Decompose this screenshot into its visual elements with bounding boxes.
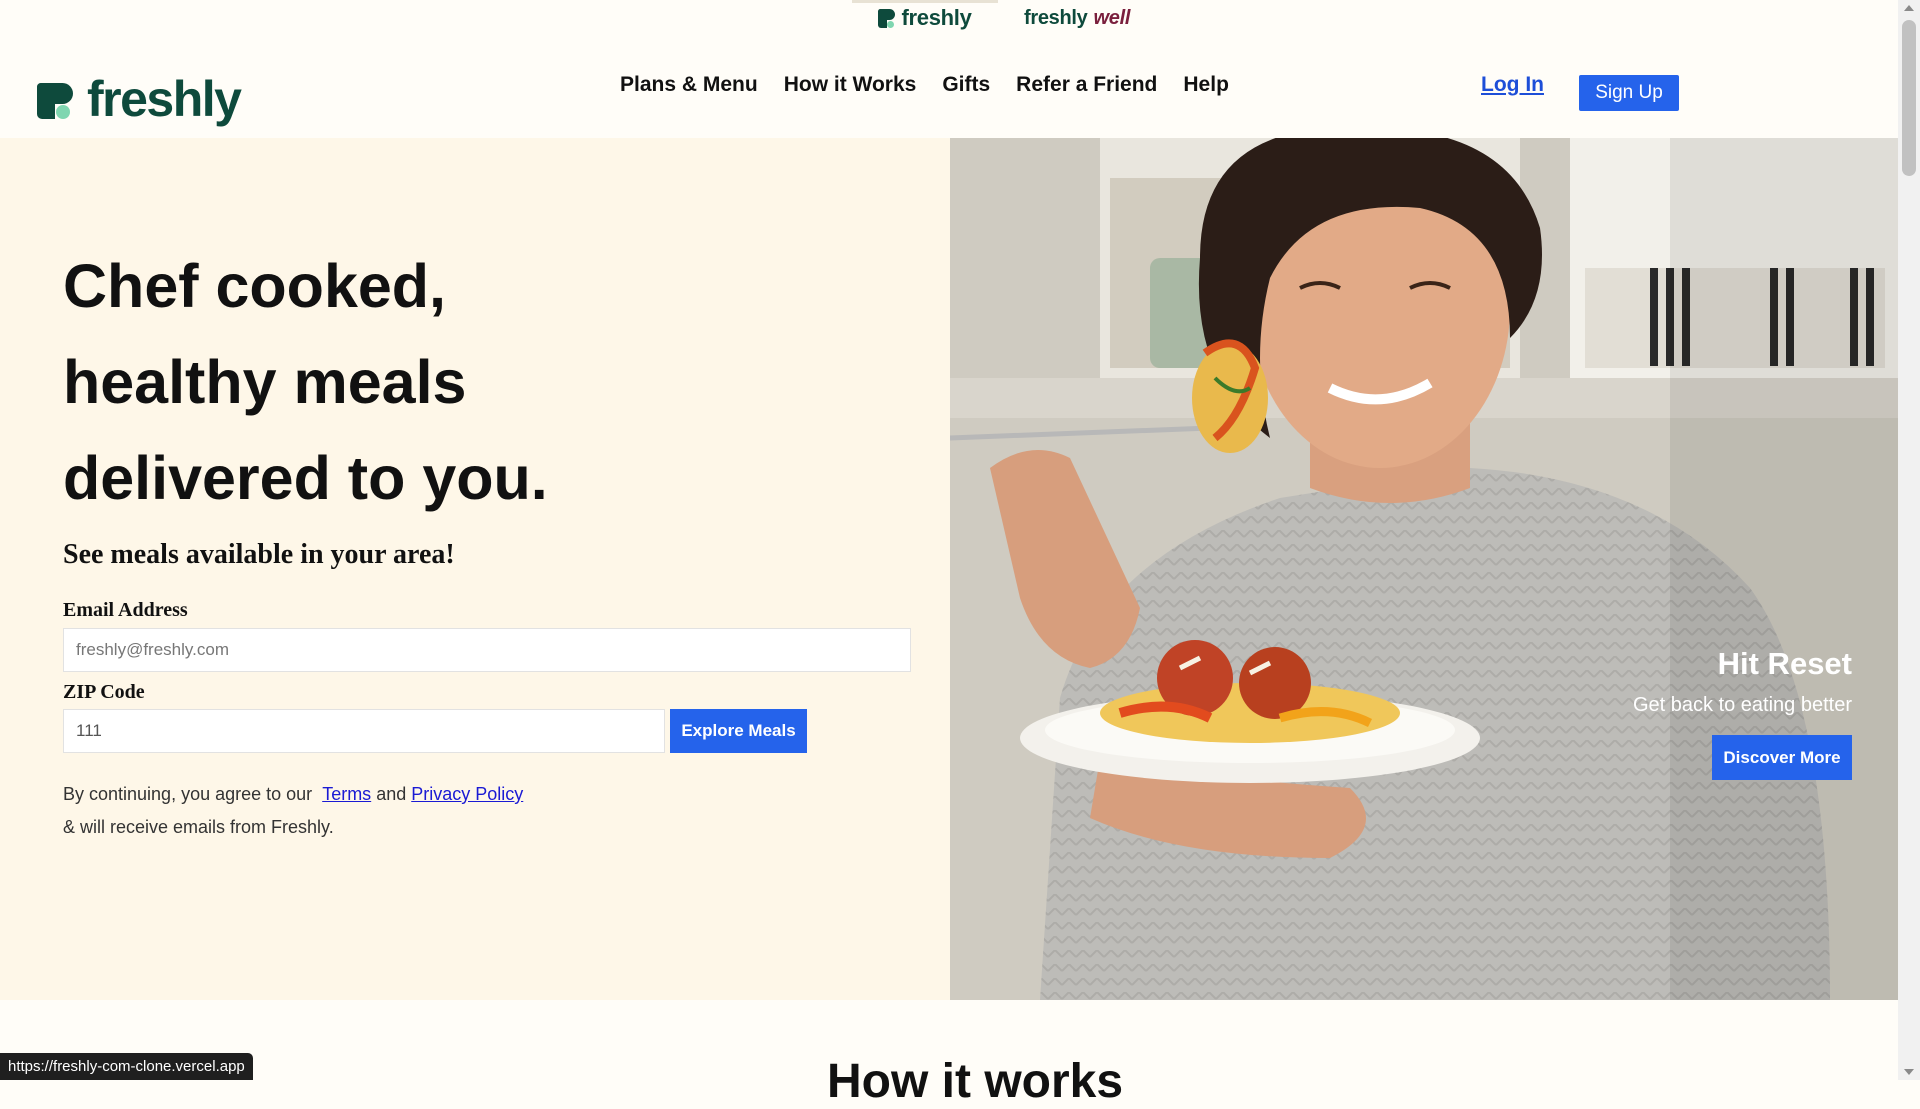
explore-meals-button[interactable]: Explore Meals bbox=[670, 709, 807, 753]
scroll-down-arrow-icon[interactable] bbox=[1904, 1069, 1914, 1075]
email-label: Email Address bbox=[63, 599, 188, 621]
brand-switcher: freshly freshly well bbox=[0, 0, 1898, 38]
consent-text: By continuing, you agree to our Terms and… bbox=[63, 778, 528, 844]
zip-field[interactable] bbox=[63, 709, 665, 753]
main-nav: Plans & Menu How it Works Gifts Refer a … bbox=[620, 73, 1229, 97]
freshly-logo-icon bbox=[37, 83, 73, 119]
promo-box: Hit Reset Get back to eating better Disc… bbox=[1633, 646, 1852, 780]
zip-label: ZIP Code bbox=[63, 681, 145, 703]
how-it-works-heading: How it works bbox=[827, 1055, 1124, 1108]
scrollbar-thumb[interactable] bbox=[1902, 20, 1916, 176]
hero-title-line-3: delivered to you. bbox=[63, 444, 548, 512]
hero-title: Chef cooked, healthy meals delivered to … bbox=[63, 238, 763, 526]
hero-title-line-2: healthy meals bbox=[63, 348, 467, 416]
site-header: freshly Plans & Menu How it Works Gifts … bbox=[0, 38, 1898, 138]
terms-link[interactable]: Terms bbox=[322, 784, 371, 804]
hero-signup-panel: Chef cooked, healthy meals delivered to … bbox=[0, 138, 950, 1000]
page-scrollbar[interactable] bbox=[1898, 0, 1920, 1080]
consent-prefix: By continuing, you agree to our bbox=[63, 784, 313, 804]
freshly-logo-icon bbox=[878, 8, 896, 28]
freshlywell-prefix: freshly bbox=[1024, 6, 1088, 29]
consent-suffix: & will receive emails from Freshly. bbox=[63, 817, 334, 837]
nav-gifts[interactable]: Gifts bbox=[942, 73, 990, 97]
promo-title: Hit Reset bbox=[1717, 646, 1852, 681]
scroll-up-arrow-icon[interactable] bbox=[1904, 5, 1914, 11]
hero-section: Chef cooked, healthy meals delivered to … bbox=[0, 138, 1898, 1000]
nav-refer-a-friend[interactable]: Refer a Friend bbox=[1016, 73, 1157, 97]
privacy-policy-link[interactable]: Privacy Policy bbox=[411, 784, 523, 804]
consent-and: and bbox=[376, 784, 407, 804]
discover-more-button[interactable]: Discover More bbox=[1712, 735, 1852, 780]
freshly-logo[interactable]: freshly bbox=[37, 71, 242, 130]
hero-subtitle: See meals available in your area! bbox=[63, 539, 455, 570]
brand-tab-freshlywell[interactable]: freshly well bbox=[1024, 0, 1130, 36]
email-field[interactable] bbox=[63, 628, 911, 672]
status-bar-url: https://freshly-com-clone.vercel.app bbox=[0, 1053, 253, 1080]
nav-how-it-works[interactable]: How it Works bbox=[784, 73, 917, 97]
login-link[interactable]: Log In bbox=[1481, 73, 1544, 97]
woman-eating-pasta-image bbox=[950, 138, 1898, 1000]
brand-tab-freshly-label: freshly bbox=[901, 5, 972, 30]
signup-button[interactable]: Sign Up bbox=[1579, 75, 1679, 111]
promo-subtitle: Get back to eating better bbox=[1632, 694, 1852, 716]
hero-image-panel: Hit Reset Get back to eating better Disc… bbox=[950, 138, 1898, 1000]
logo-text: freshly bbox=[87, 71, 242, 127]
freshlywell-suffix: well bbox=[1093, 6, 1131, 29]
hero-title-line-1: Chef cooked, bbox=[63, 252, 447, 320]
nav-help[interactable]: Help bbox=[1183, 73, 1229, 97]
brand-tab-freshly[interactable]: freshly bbox=[852, 0, 998, 36]
nav-plans-menu[interactable]: Plans & Menu bbox=[620, 73, 758, 97]
